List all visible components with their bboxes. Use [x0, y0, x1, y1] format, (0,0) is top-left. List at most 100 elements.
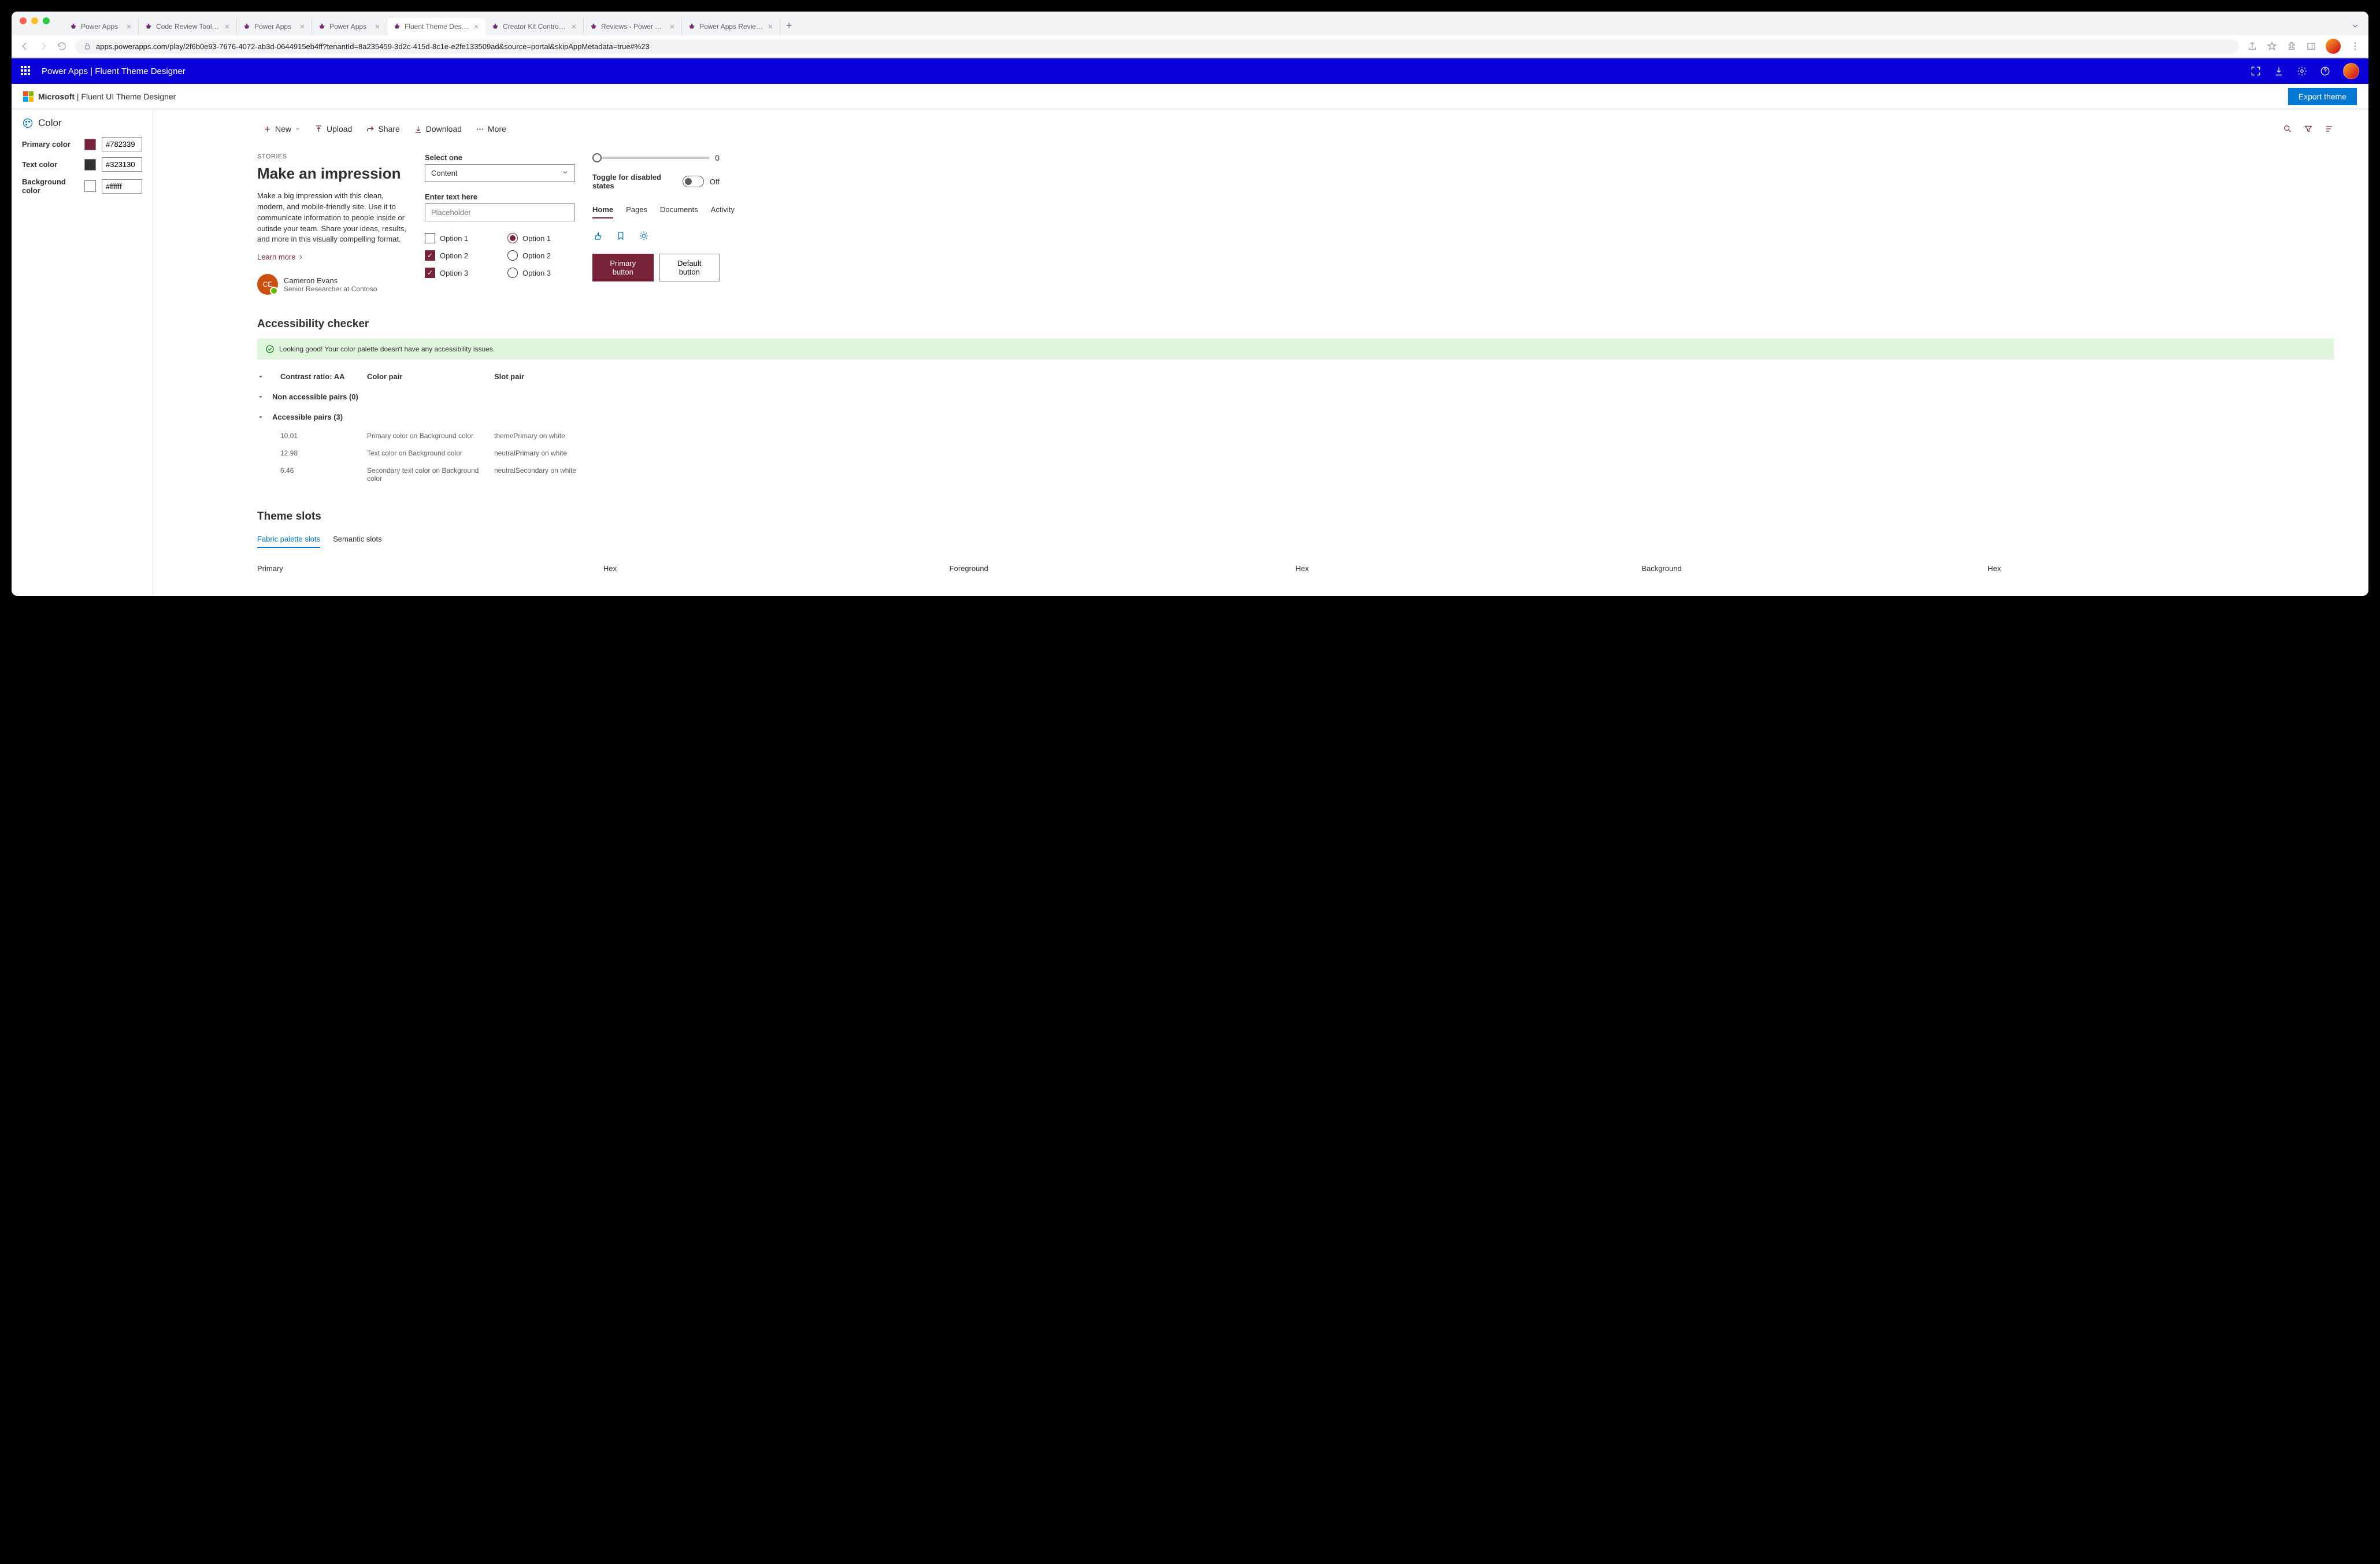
share-icon[interactable]	[2247, 41, 2257, 51]
text-input[interactable]	[425, 203, 575, 221]
color-label: Background color	[22, 177, 79, 195]
select-dropdown[interactable]: Content	[425, 164, 575, 182]
user-avatar[interactable]	[2343, 63, 2359, 79]
browser-tab[interactable]: Power Apps Review Tool -	[682, 18, 780, 35]
help-icon[interactable]	[2320, 66, 2330, 76]
like-icon[interactable]	[592, 231, 603, 241]
extensions-icon[interactable]	[2286, 41, 2297, 51]
color-input[interactable]	[102, 137, 142, 151]
pivot-tab[interactable]: Documents	[660, 202, 698, 218]
checkbox[interactable]: Option 2	[425, 250, 492, 261]
browser-tab[interactable]: Code Review Tool Experim	[139, 18, 237, 35]
filter-icon[interactable]	[2304, 124, 2313, 134]
default-button[interactable]: Default button	[659, 254, 720, 281]
disabled-toggle[interactable]	[683, 176, 704, 187]
radio[interactable]: Option 1	[507, 233, 575, 243]
export-theme-button[interactable]: Export theme	[2288, 88, 2357, 105]
slot-pivot-tab[interactable]: Fabric palette slots	[257, 531, 320, 548]
browser-tab[interactable]: Power Apps	[312, 18, 387, 35]
sidebar-heading: Color	[22, 117, 142, 129]
close-icon[interactable]	[669, 23, 676, 30]
reload-icon[interactable]	[57, 41, 67, 51]
chevron-down-icon[interactable]	[2351, 22, 2359, 30]
slider[interactable]: 0	[592, 153, 720, 162]
checkbox[interactable]: Option 1	[425, 233, 492, 243]
settings-icon[interactable]	[2297, 66, 2307, 76]
color-row: Primary color	[22, 137, 142, 151]
share-icon	[366, 125, 375, 134]
close-icon[interactable]	[473, 23, 480, 30]
search-icon[interactable]	[2283, 124, 2292, 134]
browser-tab[interactable]: Creator Kit Control Referen	[485, 18, 584, 35]
waffle-icon[interactable]	[21, 66, 31, 76]
color-swatch[interactable]	[84, 180, 96, 192]
browser-tab[interactable]: Fluent Theme Designer - P	[387, 18, 485, 35]
color-input[interactable]	[102, 179, 142, 194]
bookmark-icon[interactable]	[616, 231, 626, 241]
favicon	[590, 23, 598, 31]
color-swatch[interactable]	[84, 139, 96, 150]
a11y-banner: Looking good! Your color palette doesn't…	[257, 339, 2334, 360]
cmd-download[interactable]: Download	[408, 121, 468, 137]
cmd-share[interactable]: Share	[360, 121, 405, 137]
group-non-accessible[interactable]: Non accessible pairs (0)	[257, 387, 2334, 407]
browser-tab[interactable]: Power Apps	[237, 18, 312, 35]
star-icon[interactable]	[2267, 41, 2277, 51]
pivot-tab[interactable]: Pages	[626, 202, 647, 218]
close-icon[interactable]	[125, 23, 132, 30]
kebab-icon[interactable]	[2350, 41, 2360, 51]
main-content: NewUploadShareDownloadMore STORIES Make …	[153, 109, 2368, 596]
close-icon[interactable]	[570, 23, 577, 30]
story-body: Make a big impression with this clean, m…	[257, 191, 407, 245]
new-tab-button[interactable]: +	[780, 16, 798, 35]
chevron-down-icon[interactable]	[295, 126, 301, 132]
cmd-upload[interactable]: Upload	[309, 121, 358, 137]
color-row: Background color	[22, 177, 142, 195]
sun-icon[interactable]	[639, 231, 649, 241]
color-row: Text color	[22, 157, 142, 172]
primary-button[interactable]: Primary button	[592, 254, 654, 281]
color-label: Text color	[22, 160, 79, 169]
minimize-window[interactable]	[31, 17, 38, 24]
app-title: Power Apps | Fluent Theme Designer	[42, 66, 186, 76]
list-icon[interactable]	[2325, 124, 2334, 134]
download-icon	[414, 125, 422, 134]
color-input[interactable]	[102, 157, 142, 172]
close-icon[interactable]	[374, 23, 381, 30]
select-label: Select one	[425, 153, 575, 162]
a11y-heading: Accessibility checker	[257, 318, 2334, 331]
upload-icon	[314, 125, 323, 134]
cmd-new[interactable]: New	[257, 121, 306, 137]
slider-thumb[interactable]	[592, 153, 602, 162]
color-sidebar: Color Primary color Text color Background …	[12, 109, 153, 596]
profile-avatar[interactable]	[2326, 39, 2341, 54]
group-accessible[interactable]: Accessible pairs (3)	[257, 407, 2334, 427]
browser-tab[interactable]: Power Apps	[64, 18, 139, 35]
persona: CE Cameron Evans Senior Researcher at Co…	[257, 274, 407, 295]
close-icon[interactable]	[299, 23, 306, 30]
forward-icon[interactable]	[38, 41, 49, 51]
download-icon[interactable]	[2274, 66, 2284, 76]
pivot-tab[interactable]: Activity	[711, 202, 735, 218]
slot-pivot-tab[interactable]: Semantic slots	[333, 531, 382, 548]
microsoft-logo	[23, 91, 34, 102]
url-bar[interactable]: apps.powerapps.com/play/2f6b0e93-7676-40…	[75, 39, 2239, 54]
cmd-more[interactable]: More	[470, 121, 512, 137]
pivot-tab[interactable]: Home	[592, 202, 613, 218]
radio[interactable]: Option 3	[507, 268, 575, 278]
learn-more-link[interactable]: Learn more	[257, 253, 303, 261]
maximize-window[interactable]	[43, 17, 50, 24]
close-window[interactable]	[20, 17, 27, 24]
fit-icon[interactable]	[2251, 66, 2261, 76]
radio[interactable]: Option 2	[507, 250, 575, 261]
browser-tab[interactable]: Reviews - Power Apps	[584, 18, 682, 35]
back-icon[interactable]	[20, 41, 30, 51]
close-icon[interactable]	[767, 23, 774, 30]
close-icon[interactable]	[224, 23, 231, 30]
color-label: Primary color	[22, 140, 79, 149]
slider-value: 0	[715, 153, 720, 162]
color-swatch[interactable]	[84, 159, 96, 171]
chevron-down-icon[interactable]	[257, 373, 264, 380]
panel-icon[interactable]	[2306, 41, 2316, 51]
checkbox[interactable]: Option 3	[425, 268, 492, 278]
